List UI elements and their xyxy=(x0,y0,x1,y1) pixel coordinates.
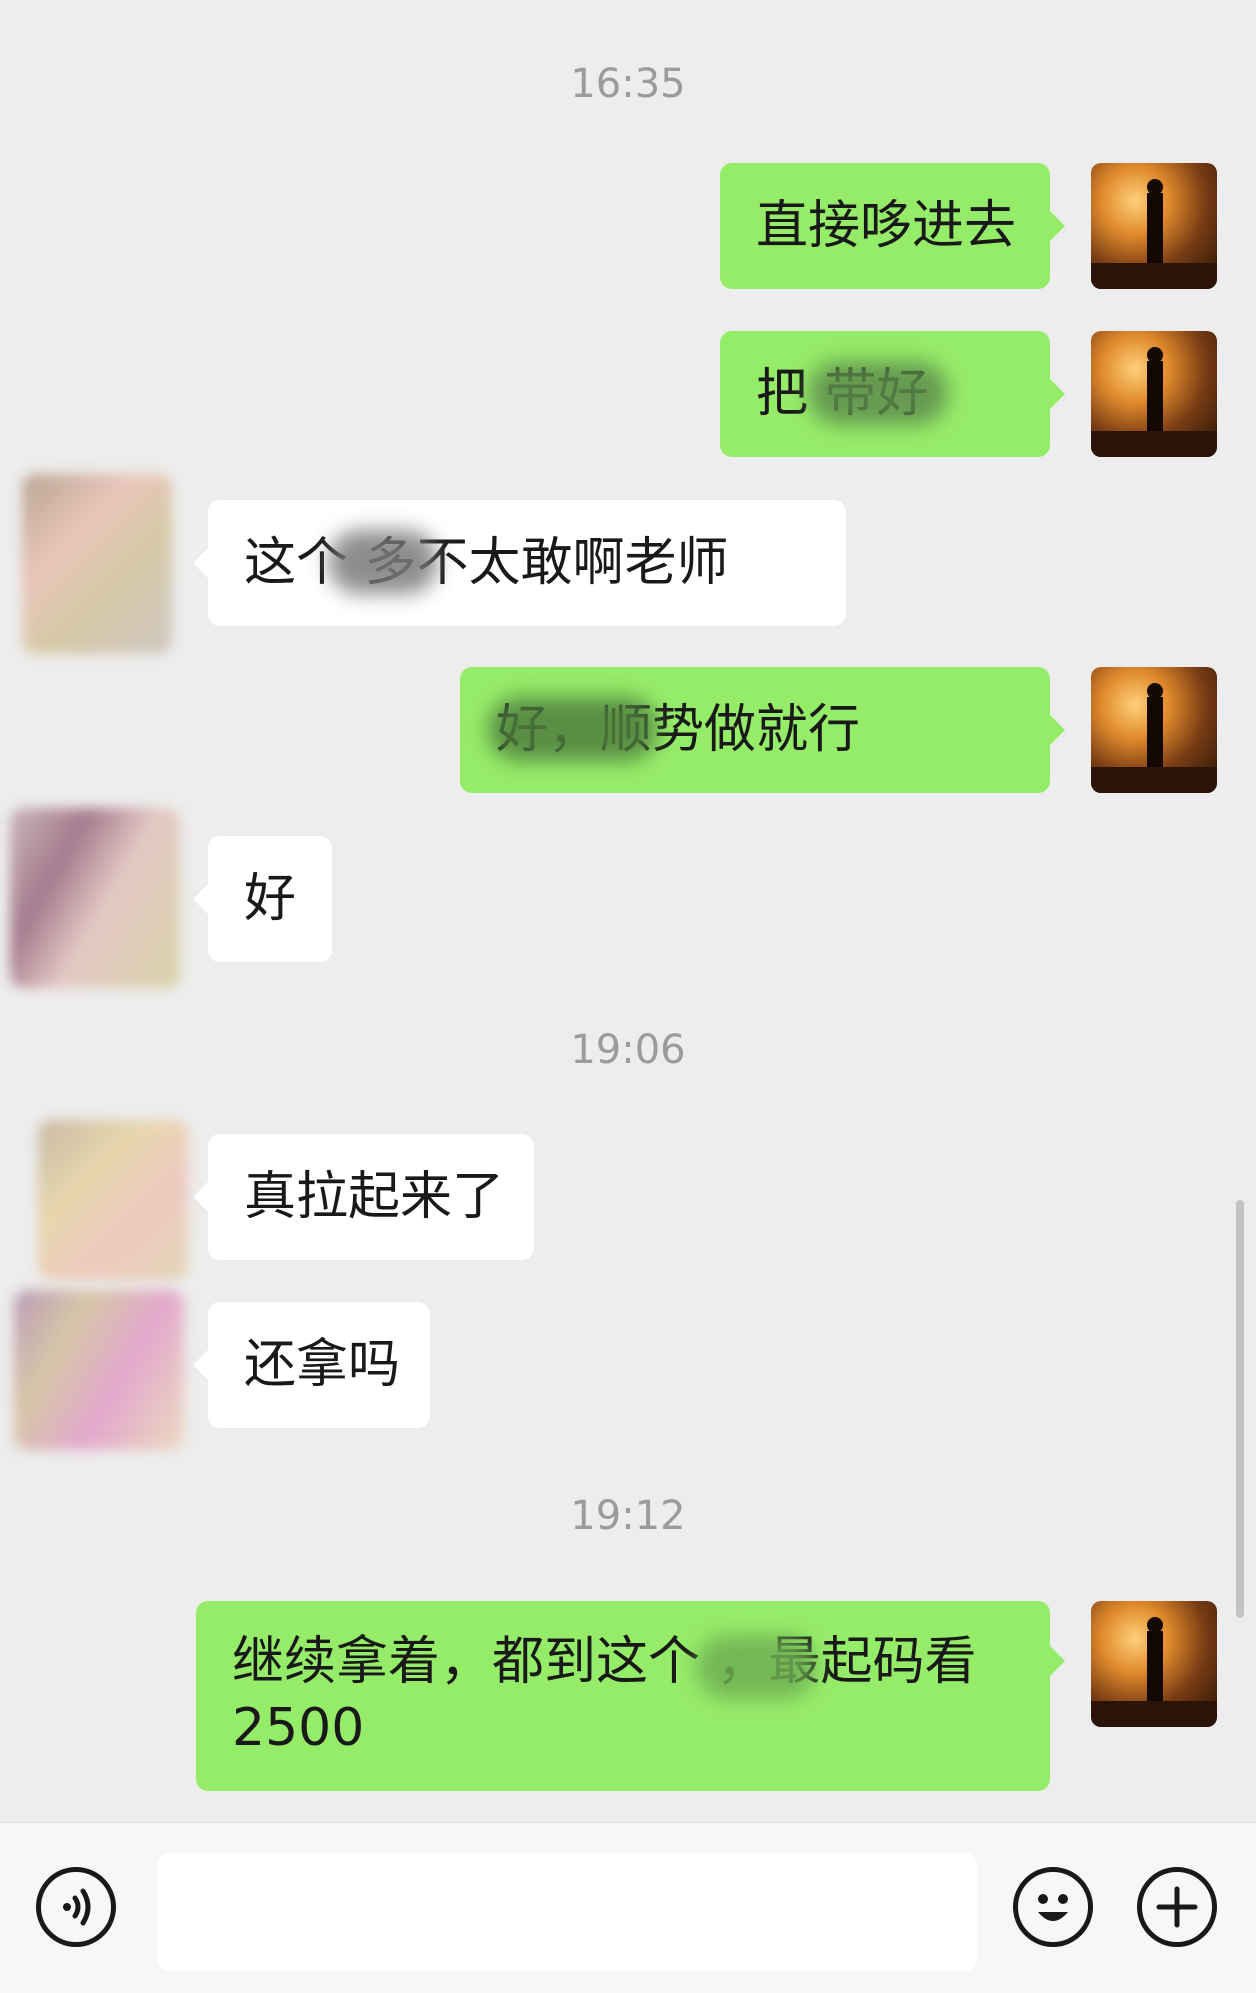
add-button[interactable] xyxy=(1137,1867,1217,1947)
message-bubble[interactable]: 真拉起来了 xyxy=(193,1134,534,1260)
contact-avatar[interactable] xyxy=(38,1120,188,1280)
voice-button[interactable] xyxy=(36,1867,116,1947)
input-bar xyxy=(0,1822,1256,1993)
message-bubble[interactable]: 直接哆进去 xyxy=(720,163,1065,289)
message-text: 好 xyxy=(244,869,297,929)
redaction-smudge xyxy=(808,361,948,425)
message-text: 直接哆进去 xyxy=(756,196,1017,256)
message-bubble[interactable]: 好 xyxy=(193,836,332,962)
voice-icon xyxy=(63,1888,91,1926)
redaction-smudge xyxy=(488,697,658,761)
message-bubble[interactable]: 还拿吗 xyxy=(193,1302,430,1428)
contact-avatar[interactable] xyxy=(10,808,180,988)
emoji-icon xyxy=(1038,1894,1068,1921)
plus-icon xyxy=(1156,1886,1198,1928)
message-bubble[interactable]: 把 带好 xyxy=(720,331,1065,457)
contact-avatar[interactable] xyxy=(22,474,172,654)
message-bubble[interactable]: 继续拿着，都到这个 ，最起码看2500 xyxy=(196,1601,1065,1791)
message-bubble[interactable]: 这个 多不太敢啊老师 xyxy=(193,500,846,626)
emoji-button[interactable] xyxy=(1013,1867,1093,1947)
timestamp: 19:12 xyxy=(570,1493,686,1539)
redaction-smudge xyxy=(696,1635,816,1699)
message-text: 这个 多不太敢啊老师 xyxy=(244,533,729,593)
timestamp: 19:06 xyxy=(570,1027,686,1073)
message-input[interactable] xyxy=(157,1853,977,1971)
scrollbar[interactable] xyxy=(1236,1200,1244,1618)
my-avatar[interactable] xyxy=(1091,1601,1217,1727)
message-text: 真拉起来了 xyxy=(244,1167,505,1227)
my-avatar[interactable] xyxy=(1091,331,1217,457)
my-avatar[interactable] xyxy=(1091,163,1217,289)
timestamp: 16:35 xyxy=(570,61,686,107)
redaction-smudge xyxy=(328,530,438,594)
message-text: 还拿吗 xyxy=(244,1335,401,1395)
message-bubble[interactable]: 好，顺势做就行 xyxy=(460,667,1065,793)
my-avatar[interactable] xyxy=(1091,667,1217,793)
contact-avatar[interactable] xyxy=(14,1290,184,1450)
message-text: 继续拿着，都到这个 ，最起码看2500 xyxy=(232,1632,977,1758)
